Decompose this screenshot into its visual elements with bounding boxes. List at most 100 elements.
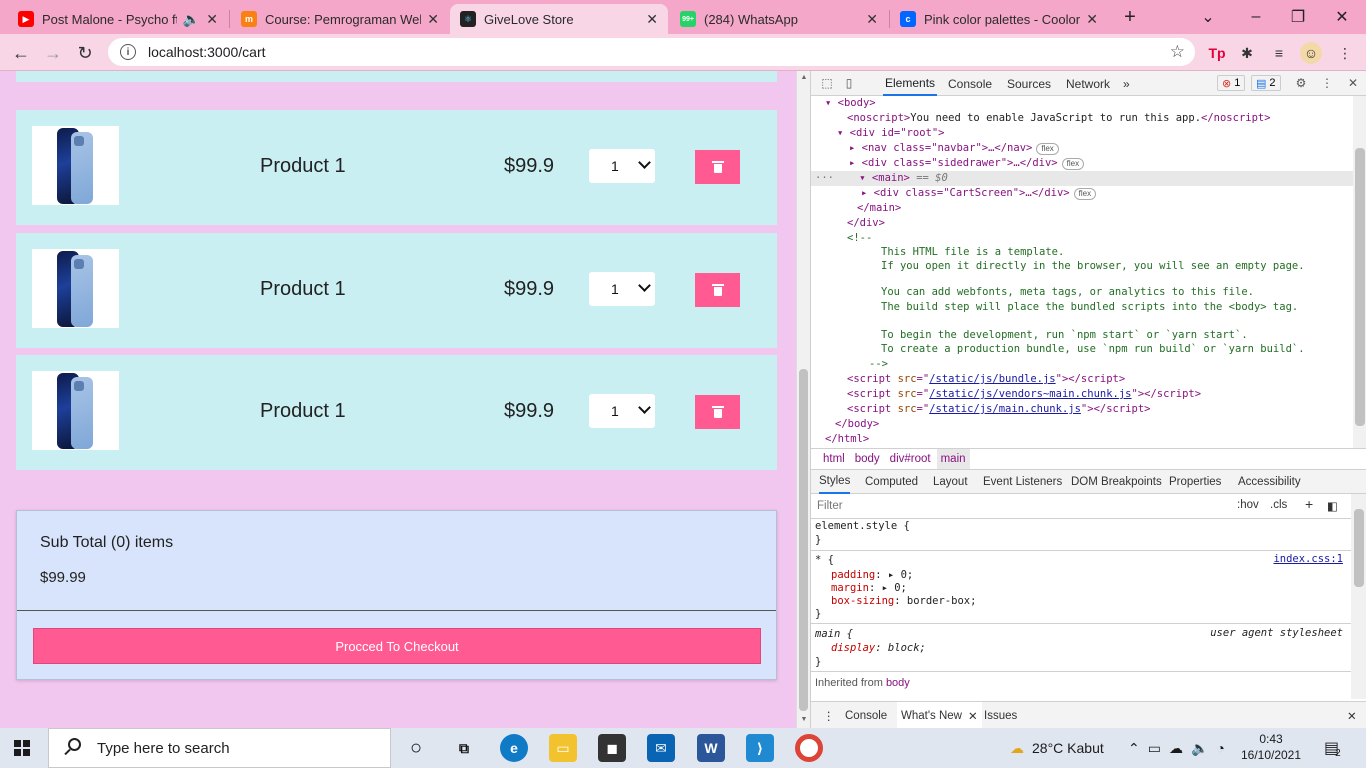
dom-node-script[interactable]: <script src="/static/js/bundle.js"></scr…	[847, 372, 1125, 387]
checkout-button[interactable]: Procced To Checkout	[33, 628, 761, 664]
taskbar-search-input[interactable]: Type here to search	[48, 728, 391, 768]
bookmark-star-icon[interactable]: ☆	[1170, 42, 1185, 62]
rule-declaration[interactable]: box-sizing: border-box;	[831, 594, 976, 608]
edge-icon[interactable]: e	[500, 734, 528, 762]
close-icon[interactable]: ✕	[427, 11, 439, 28]
dom-node-noscript[interactable]: <noscript>You need to enable JavaScript …	[847, 111, 1271, 126]
cls-toggle[interactable]: .cls	[1270, 499, 1287, 511]
dom-node-script[interactable]: <script src="/static/js/vendors~main.chu…	[847, 387, 1201, 402]
quantity-select[interactable]: 1	[589, 394, 655, 428]
notification-center-icon[interactable]: ▤ 2	[1324, 728, 1341, 768]
styles-scrollbar[interactable]	[1351, 494, 1366, 699]
browser-tab-youtube[interactable]: ▶ Post Malone - Psycho ft. Ty Dolla $ign…	[8, 4, 228, 34]
dom-node-sidedrawer[interactable]: ▸ <div class="sidedrawer">…</div> flex	[849, 156, 1085, 171]
gear-icon[interactable]: ⚙	[1293, 75, 1309, 91]
browser-tab-coolors[interactable]: c Pink color palettes - Coolors ✕	[890, 4, 1108, 34]
kebab-menu-icon[interactable]: ⋮	[1319, 75, 1335, 91]
breadcrumb-root[interactable]: div#root	[886, 449, 935, 469]
drawer-tab-whats-new[interactable]: What's New ✕	[897, 702, 982, 729]
breadcrumb-html[interactable]: html	[819, 449, 849, 469]
scrollbar-thumb[interactable]	[799, 369, 808, 711]
rule-declaration[interactable]: padding: ▸ 0;	[831, 568, 913, 582]
tab-network[interactable]: Network	[1066, 71, 1110, 96]
windows-start-icon[interactable]	[14, 740, 30, 756]
scroll-up-icon[interactable]: ▲	[797, 74, 811, 81]
taskbar-clock[interactable]: 0:43 16/10/2021	[1240, 731, 1302, 763]
scroll-down-icon[interactable]: ▼	[797, 716, 811, 723]
drawer-menu-icon[interactable]: ⋮	[823, 702, 835, 729]
extension-tp-icon[interactable]: Tp	[1206, 42, 1228, 64]
breadcrumb-main[interactable]: main	[936, 449, 970, 469]
inspect-icon[interactable]: ⬚	[819, 75, 835, 91]
tab-styles[interactable]: Styles	[819, 470, 851, 494]
new-tab-button[interactable]: +	[1110, 4, 1150, 30]
new-rule-icon[interactable]: +	[1305, 496, 1313, 512]
script-link[interactable]: /static/js/vendors~main.chunk.js	[929, 388, 1131, 400]
hov-toggle[interactable]: :hov	[1237, 499, 1259, 511]
back-icon[interactable]: ←	[8, 40, 34, 66]
filter-input[interactable]: Filter	[817, 500, 843, 512]
script-link[interactable]: /static/js/bundle.js	[929, 373, 1055, 385]
source-link[interactable]: index.css:1	[1273, 553, 1343, 565]
tab-dom-breakpoints[interactable]: DOM Breakpoints	[1071, 470, 1162, 494]
site-info-icon[interactable]: i	[120, 44, 136, 60]
product-name[interactable]: Product 1	[260, 400, 346, 423]
close-icon[interactable]: ✕	[646, 11, 658, 28]
network-icon[interactable]: ☁	[1169, 740, 1183, 757]
close-drawer-icon[interactable]: ✕	[1347, 702, 1357, 729]
media-control-icon[interactable]: ≡	[1268, 42, 1290, 64]
delete-item-button[interactable]	[695, 150, 740, 184]
tab-elements[interactable]: Elements	[883, 71, 938, 96]
inherited-element-link[interactable]: body	[886, 677, 910, 689]
dom-node-root[interactable]: ▾ <div id="root">	[837, 126, 944, 141]
close-devtools-icon[interactable]: ✕	[1345, 75, 1361, 91]
tab-accessibility[interactable]: Accessibility	[1238, 470, 1301, 494]
mute-icon[interactable]: 🔈	[183, 11, 200, 28]
device-toolbar-icon[interactable]: ▯	[841, 75, 857, 91]
dom-node-script[interactable]: <script src="/static/js/main.chunk.js"><…	[847, 402, 1150, 417]
dom-comment[interactable]: <!--	[847, 231, 872, 246]
close-icon[interactable]: ✕	[206, 11, 218, 28]
tab-sources[interactable]: Sources	[1007, 71, 1051, 96]
task-view-icon[interactable]: ⧉	[450, 734, 478, 762]
browser-tab-givelove[interactable]: ⚛ GiveLove Store ✕	[450, 4, 668, 34]
close-icon[interactable]: ✕	[866, 11, 878, 28]
rule-selector[interactable]: element.style {	[815, 519, 910, 533]
menu-icon[interactable]: ⋮	[1334, 42, 1356, 64]
file-explorer-icon[interactable]: ▭	[549, 734, 577, 762]
delete-item-button[interactable]	[695, 395, 740, 429]
rule-selector[interactable]: * {	[815, 553, 834, 567]
toggle-sidebar-icon[interactable]: ◧	[1327, 499, 1338, 513]
tab-computed[interactable]: Computed	[865, 470, 918, 494]
cortana-icon[interactable]: ○	[402, 734, 430, 762]
message-badge[interactable]: ▤ 2	[1251, 75, 1281, 91]
word-icon[interactable]: W	[697, 734, 725, 762]
quantity-select[interactable]: 1	[589, 149, 655, 183]
wifi-icon[interactable]: ◔	[1216, 740, 1224, 756]
dom-node-navbar[interactable]: ▸ <nav class="navbar">…</nav> flex	[849, 141, 1059, 156]
product-name[interactable]: Product 1	[260, 155, 346, 178]
drawer-tab-issues[interactable]: Issues	[984, 702, 1017, 729]
restore-button[interactable]: ❐	[1278, 4, 1318, 30]
product-name[interactable]: Product 1	[260, 278, 346, 301]
browser-tab-course[interactable]: m Course: Pemrograman Web dan Perangkat …	[231, 4, 449, 34]
vscode-icon[interactable]: ⟩	[746, 734, 774, 762]
tab-properties[interactable]: Properties	[1169, 470, 1221, 494]
dom-node-cartscreen[interactable]: ▸ <div class="CartScreen">…</div> flex	[861, 186, 1097, 201]
script-link[interactable]: /static/js/main.chunk.js	[929, 403, 1081, 415]
close-icon[interactable]: ✕	[1086, 11, 1098, 28]
tab-console[interactable]: Console	[948, 71, 992, 96]
drawer-tab-console[interactable]: Console	[845, 702, 887, 729]
tab-search-icon[interactable]: ⌄	[1188, 4, 1228, 30]
extensions-puzzle-icon[interactable]: ✱	[1236, 42, 1258, 64]
quantity-select[interactable]: 1	[589, 272, 655, 306]
volume-icon[interactable]: 🔈	[1191, 740, 1208, 757]
delete-item-button[interactable]	[695, 273, 740, 307]
store-icon[interactable]: ◼	[598, 734, 626, 762]
profile-avatar[interactable]: ☺	[1300, 42, 1322, 64]
chrome-icon[interactable]	[795, 734, 823, 762]
minimize-button[interactable]: –	[1236, 4, 1276, 30]
tab-event-listeners[interactable]: Event Listeners	[983, 470, 1062, 494]
mail-icon[interactable]: ✉	[647, 734, 675, 762]
page-scrollbar[interactable]: ▲ ▼	[796, 71, 810, 728]
